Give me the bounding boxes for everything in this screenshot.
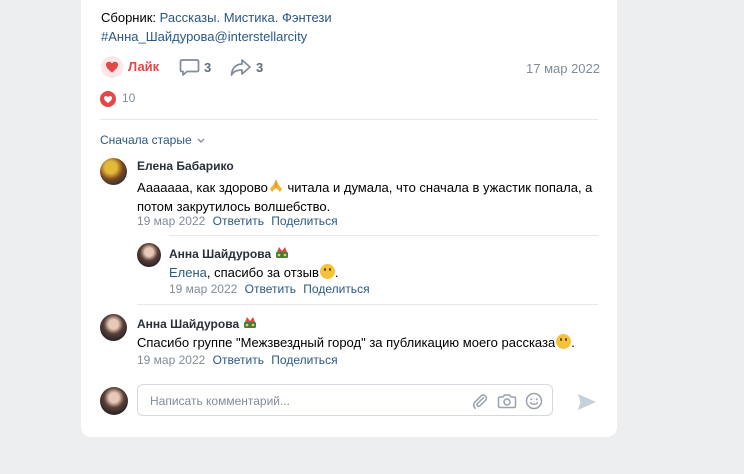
comment-date[interactable]: 19 мар 2022	[137, 353, 205, 367]
comment-input[interactable]: Написать комментарий...	[137, 384, 553, 416]
like-label: Лайк	[128, 59, 160, 74]
comment-text-part: потом закрутилось волшебство.	[137, 199, 331, 214]
share-button[interactable]: 3	[230, 57, 266, 77]
comment-meta: 19 мар 2022 Ответить Поделиться	[137, 214, 338, 228]
avatar[interactable]	[100, 314, 127, 341]
smile-emoji-icon	[556, 334, 572, 349]
comment-author[interactable]: Елена Бабарико	[137, 159, 234, 173]
sort-label: Сначала старые	[100, 133, 192, 147]
reply-link[interactable]: Ответить	[213, 214, 264, 228]
share-link[interactable]: Поделиться	[271, 214, 337, 228]
shares-count: 3	[256, 60, 264, 75]
reply-link[interactable]: Ответить	[245, 282, 296, 296]
comment-text: Спасибо группе "Межзвездный город" за пу…	[137, 334, 575, 350]
collection-line: Сборник: Рассказы. Мистика. Фэнтези	[101, 10, 332, 25]
comment-author-line: Анна Шайдурова	[137, 316, 257, 331]
comment-date[interactable]: 19 мар 2022	[169, 282, 237, 296]
comment-meta: 19 мар 2022 Ответить Поделиться	[169, 282, 370, 296]
praying-hands-icon	[269, 180, 282, 192]
avatar[interactable]	[100, 158, 127, 185]
badge-icon	[276, 247, 289, 258]
collection-prefix: Сборник:	[101, 10, 160, 25]
heart-icon	[101, 56, 123, 78]
heart-icon	[100, 91, 116, 107]
comment-author[interactable]: Анна Шайдурова	[137, 317, 239, 331]
divider	[137, 304, 598, 305]
comment-date[interactable]: 19 мар 2022	[137, 214, 205, 228]
comments-button[interactable]: 3	[179, 57, 215, 77]
share-link[interactable]: Поделиться	[303, 282, 369, 296]
comment-text-part: читала и думала, что сначала в ужастик п…	[283, 180, 593, 195]
comment-icon	[179, 59, 200, 76]
comment-text: Елена, спасибо за отзыв.	[169, 264, 339, 280]
comment-author[interactable]: Анна Шайдурова	[169, 247, 271, 261]
share-link[interactable]: Поделиться	[271, 353, 337, 367]
comments-count: 3	[204, 60, 212, 75]
chevron-down-icon	[197, 138, 205, 143]
comment-text: Ааааааа, как здорово читала и думала, чт…	[137, 178, 597, 216]
sort-dropdown[interactable]: Сначала старые	[100, 133, 205, 147]
mention-link[interactable]: Елена	[169, 265, 207, 280]
badge-icon	[244, 317, 257, 328]
likes-count: 10	[122, 91, 136, 105]
comment-author-line: Анна Шайдурова	[169, 246, 289, 261]
avatar	[100, 387, 128, 415]
paperclip-icon[interactable]	[471, 392, 489, 410]
comment-placeholder: Написать комментарий...	[150, 394, 291, 408]
collection-link[interactable]: Рассказы. Мистика. Фэнтези	[160, 10, 332, 25]
hashtag-link[interactable]: #Анна_Шайдурова@interstellarcity	[101, 29, 307, 44]
post-date: 17 мар 2022	[526, 61, 601, 76]
divider	[100, 119, 598, 120]
comment-text-part: Ааааааа, как здорово	[137, 180, 268, 195]
send-icon[interactable]	[576, 391, 598, 413]
avatar[interactable]	[137, 243, 161, 267]
smile-emoji-icon	[319, 264, 335, 279]
like-button[interactable]: Лайк	[100, 55, 162, 79]
comment-text-part: , спасибо за отзыв	[206, 265, 319, 280]
divider	[169, 235, 598, 236]
reply-link[interactable]: Ответить	[213, 353, 264, 367]
share-icon	[230, 59, 251, 76]
comment-meta: 19 мар 2022 Ответить Поделиться	[137, 353, 338, 367]
camera-icon[interactable]	[497, 392, 517, 410]
comment-text-part: Спасибо группе "Межзвездный город" за пу…	[137, 335, 556, 350]
emoji-icon[interactable]	[525, 392, 543, 410]
